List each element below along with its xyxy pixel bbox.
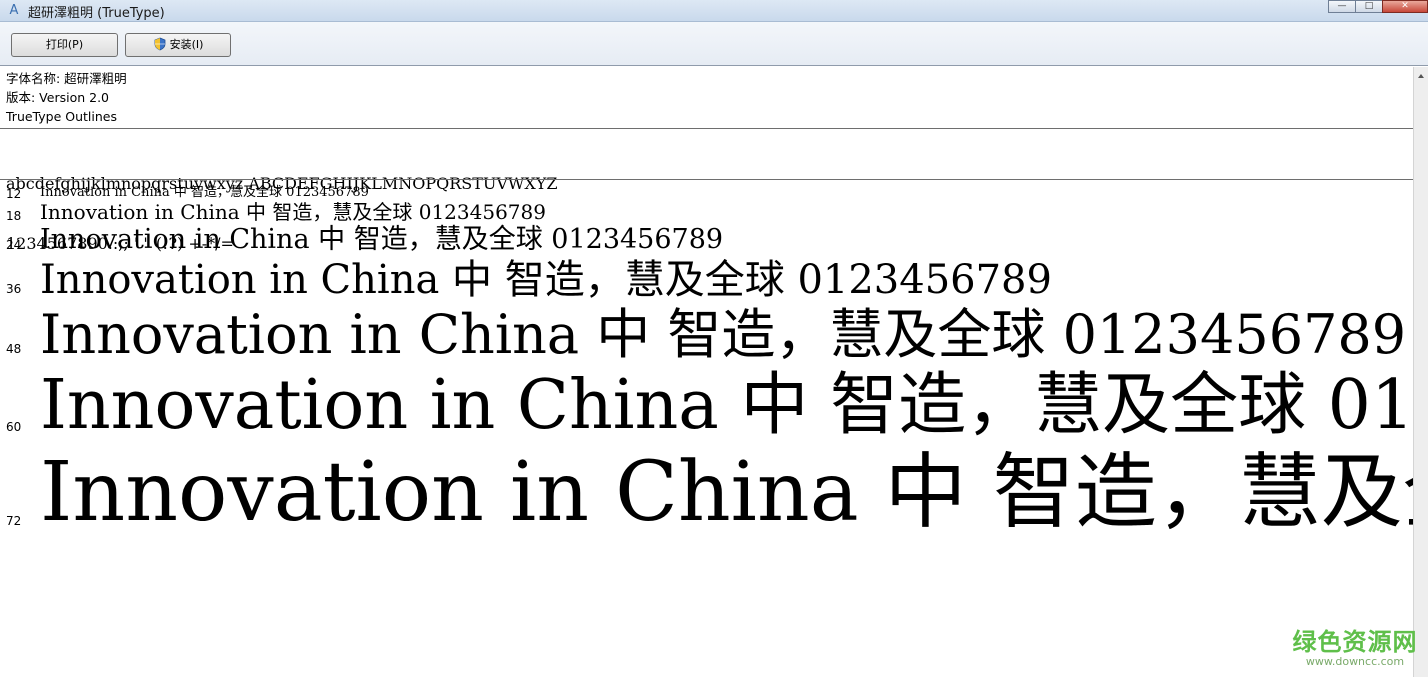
size-label: 36 bbox=[6, 282, 22, 296]
print-button[interactable]: 打印(P) bbox=[11, 33, 118, 57]
size-label: 72 bbox=[6, 514, 22, 528]
sample-area: 12 Innovation in China 中 智造，慧及全球 0123456… bbox=[0, 180, 1413, 677]
close-button[interactable]: ✕ bbox=[1382, 0, 1428, 13]
watermark-title: 绿色资源网 bbox=[1292, 628, 1418, 656]
font-info: 字体名称: 超研澤粗明 版本: Version 2.0 TrueType Out… bbox=[6, 69, 127, 126]
watermark-logo: 绿色资源网 www.downcc.com bbox=[1290, 622, 1420, 668]
install-button-label: 安装(I) bbox=[169, 38, 204, 51]
window-controls: — □ ✕ bbox=[1328, 0, 1428, 14]
size-label: 60 bbox=[6, 420, 22, 434]
toolbar: 打印(P) 安装(I) bbox=[0, 22, 1428, 66]
sample-text: Innovation in China 中 智造，慧及全球 0123456789 bbox=[40, 303, 1407, 366]
sample-text: Innovation in China 中 智造，慧及全球 0123456789 bbox=[40, 185, 369, 200]
size-label: 18 bbox=[6, 209, 22, 223]
font-version-line: 版本: Version 2.0 bbox=[6, 90, 110, 105]
sample-text: Innovation in China 中 智造，慧及全球 0123456789 bbox=[40, 224, 724, 255]
title-bar: A 超研澤粗明 (TrueType) — □ ✕ bbox=[0, 0, 1428, 22]
size-label: 24 bbox=[6, 238, 22, 252]
sample-text: Innovation in China 中 智造，慧及全球 0123456789 bbox=[40, 200, 546, 224]
font-outline-line: TrueType Outlines bbox=[6, 109, 117, 124]
maximize-button[interactable]: □ bbox=[1355, 0, 1383, 13]
font-viewer-icon: A bbox=[9, 3, 19, 18]
font-name-line: 字体名称: 超研澤粗明 bbox=[6, 71, 127, 86]
sample-text: Innovation in China 中 智造，慧及全球 0123456789 bbox=[40, 257, 1052, 303]
sample-text: Innovation in China 中 智造，慧及全球 0123456789 bbox=[40, 366, 1413, 445]
size-label: 48 bbox=[6, 342, 22, 356]
window-title: 超研澤粗明 (TrueType) bbox=[28, 6, 165, 21]
scroll-up-arrow-icon[interactable] bbox=[1415, 69, 1427, 83]
minimize-button[interactable]: — bbox=[1328, 0, 1356, 13]
shield-icon bbox=[154, 37, 165, 51]
vertical-scrollbar[interactable] bbox=[1413, 67, 1428, 677]
size-label: 12 bbox=[6, 187, 22, 201]
install-button[interactable]: 安装(I) bbox=[125, 33, 231, 57]
divider bbox=[0, 128, 1413, 129]
sample-text: Innovation in China 中 智造，慧及全球 0123456789 bbox=[40, 445, 1413, 540]
print-button-label: 打印(P) bbox=[45, 38, 84, 51]
watermark-url: www.downcc.com bbox=[1305, 655, 1405, 668]
